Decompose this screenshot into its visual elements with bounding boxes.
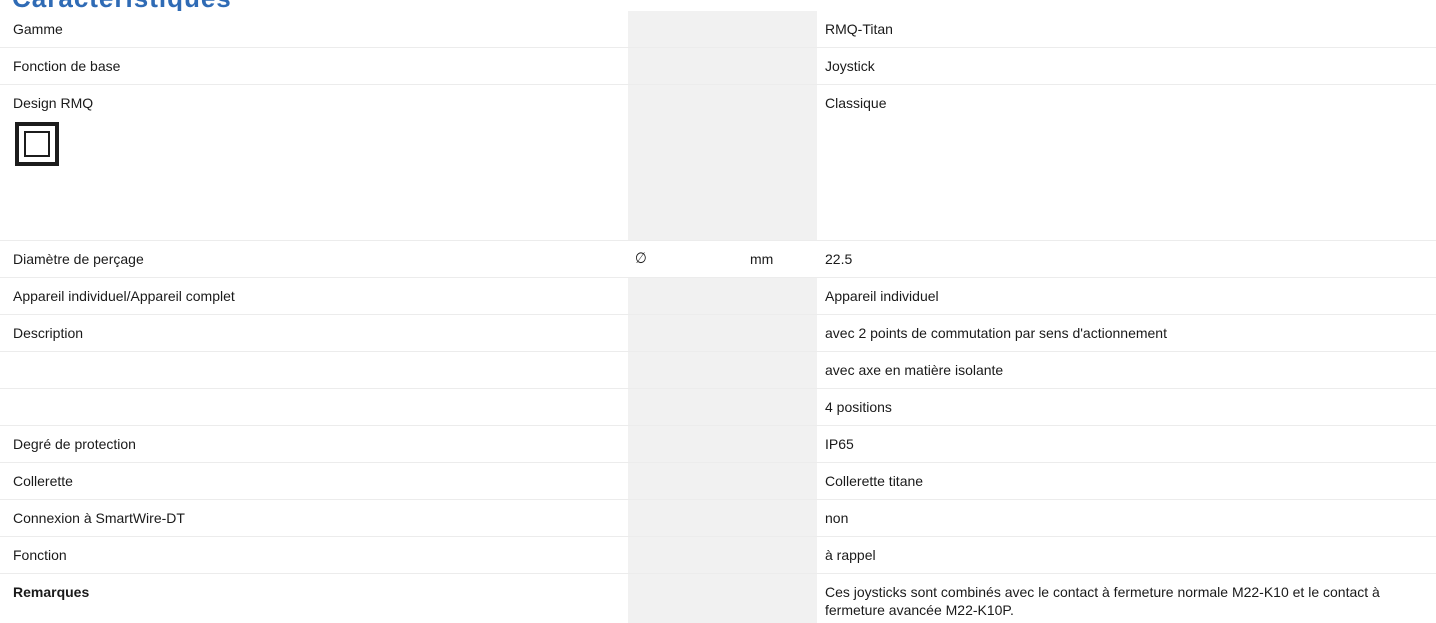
table-row: avec axe en matière isolante [0, 352, 1436, 389]
row-value: IP65 [817, 426, 1436, 463]
row-symbol [628, 315, 743, 352]
row-unit: mm [743, 241, 817, 278]
row-label [0, 352, 628, 389]
row-unit [743, 315, 817, 352]
table-row: 4 positions [0, 389, 1436, 426]
row-symbol [628, 500, 743, 537]
row-symbol [628, 463, 743, 500]
row-unit [743, 48, 817, 85]
table-row: Gamme RMQ-Titan [0, 11, 1436, 48]
row-symbol [628, 85, 743, 241]
table-row: Connexion à SmartWire-DT non [0, 500, 1436, 537]
row-value: non [817, 500, 1436, 537]
row-value: à rappel [817, 537, 1436, 574]
row-value: avec axe en matière isolante [817, 352, 1436, 389]
rmq-classic-square-icon [15, 122, 59, 166]
row-unit [743, 574, 817, 623]
row-value: Joystick [817, 48, 1436, 85]
row-label: Fonction [0, 537, 628, 574]
row-unit [743, 537, 817, 574]
row-symbol [628, 389, 743, 426]
row-unit [743, 11, 817, 48]
table-row: Description avec 2 points de commutation… [0, 315, 1436, 352]
row-label: Collerette [0, 463, 628, 500]
table-row: Appareil individuel/Appareil complet App… [0, 278, 1436, 315]
row-label: Appareil individuel/Appareil complet [0, 278, 628, 315]
row-value: Appareil individuel [817, 278, 1436, 315]
row-symbol [628, 426, 743, 463]
row-label: Description [0, 315, 628, 352]
row-label: Remarques [0, 574, 628, 623]
table-row: Diamètre de perçage ∅ mm 22.5 [0, 241, 1436, 278]
table-row: Collerette Collerette titane [0, 463, 1436, 500]
row-label: Connexion à SmartWire-DT [0, 500, 628, 537]
table-row: Fonction à rappel [0, 537, 1436, 574]
table-row: Degré de protection IP65 [0, 426, 1436, 463]
row-label: Degré de protection [0, 426, 628, 463]
row-value: avec 2 points de commutation par sens d'… [817, 315, 1436, 352]
table-row: Fonction de base Joystick [0, 48, 1436, 85]
row-symbol [628, 11, 743, 48]
row-unit [743, 389, 817, 426]
row-unit [743, 426, 817, 463]
row-label [0, 389, 628, 426]
row-label-cell: Design RMQ [0, 85, 628, 241]
row-label: Diamètre de perçage [0, 241, 628, 278]
row-value: RMQ-Titan [817, 11, 1436, 48]
row-label: Design RMQ [13, 94, 628, 112]
diameter-symbol: ∅ [628, 241, 743, 278]
spec-table: Gamme RMQ-Titan Fonction de base Joystic… [0, 11, 1436, 623]
section-heading-text: Caractéristiques [12, 0, 232, 11]
row-symbol [628, 352, 743, 389]
row-value: Classique [817, 85, 1436, 241]
row-symbol [628, 574, 743, 623]
table-row: Design RMQ Classique [0, 85, 1436, 241]
row-unit [743, 463, 817, 500]
row-symbol [628, 537, 743, 574]
row-value: Ces joysticks sont combinés avec le cont… [817, 574, 1436, 623]
row-value: Collerette titane [817, 463, 1436, 500]
row-symbol [628, 278, 743, 315]
row-symbol [628, 48, 743, 85]
row-unit [743, 500, 817, 537]
row-unit [743, 85, 817, 241]
row-unit [743, 278, 817, 315]
row-value: 22.5 [817, 241, 1436, 278]
row-label: Fonction de base [0, 48, 628, 85]
section-heading: Caractéristiques [0, 0, 1436, 11]
row-value: 4 positions [817, 389, 1436, 426]
row-label: Gamme [0, 11, 628, 48]
row-unit [743, 352, 817, 389]
table-row: Remarques Ces joysticks sont combinés av… [0, 574, 1436, 623]
